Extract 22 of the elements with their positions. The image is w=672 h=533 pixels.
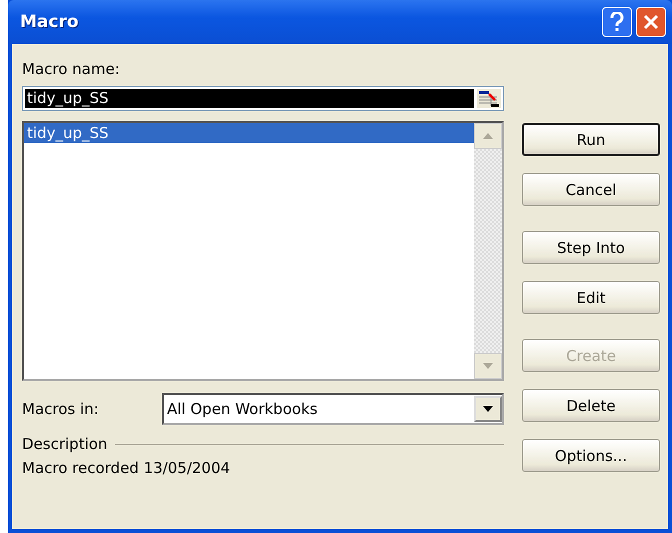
help-icon[interactable] (602, 7, 632, 37)
macro-list[interactable]: tidy_up_SS (22, 121, 504, 381)
macros-in-dropdown[interactable]: All Open Workbooks (162, 393, 504, 425)
close-icon[interactable] (636, 7, 666, 37)
dialog-button[interactable]: Edit (522, 281, 660, 314)
caret-icon[interactable] (483, 406, 493, 412)
macros-in-label: Macros in: (22, 400, 99, 418)
dialog-button[interactable]: Delete (522, 389, 660, 422)
macro-list-item[interactable]: tidy_up_SS (24, 123, 474, 143)
scrollbar[interactable] (474, 123, 502, 379)
dialog-button[interactable]: Step Into (522, 231, 660, 264)
scroll-down-icon[interactable] (483, 363, 493, 369)
description-label: Description (22, 435, 108, 453)
window-title: Macro (20, 12, 80, 32)
collapse-dialog-icon[interactable] (477, 89, 501, 108)
dialog-button[interactable]: Options... (522, 439, 660, 472)
scroll-up-icon[interactable] (483, 133, 493, 139)
macro-name-field[interactable]: tidy_up_SS (22, 86, 504, 111)
dialog-button[interactable]: Cancel (522, 173, 660, 206)
dialog-button[interactable]: Run (522, 123, 660, 156)
macro-name-label: Macro name: (22, 59, 121, 80)
description-text: Macro recorded 13/05/2004 (22, 459, 232, 477)
